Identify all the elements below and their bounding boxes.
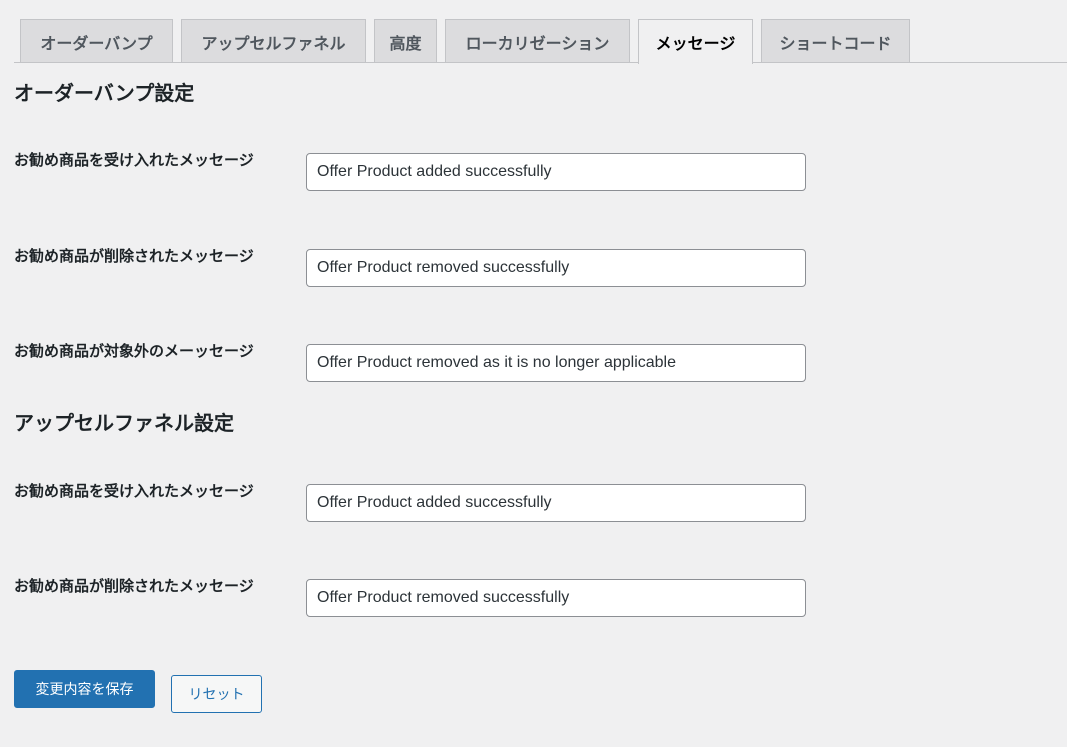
tab-advanced[interactable]: 高度 [374,19,437,63]
tab-label: アップセルファネル [201,33,346,53]
tab-messages[interactable]: メッセージ [638,19,753,64]
offer-accepted-message-label: お勧め商品を受け入れたメッセージ [14,482,254,500]
offer-removed-message-label: お勧め商品が削除されたメッセージ [14,247,254,265]
upsell-funnel-settings-title: アップセルファネル設定 [14,411,234,435]
tab-localization[interactable]: ローカリゼーション [445,19,630,63]
tab-upsell-funnel[interactable]: アップセルファネル [181,19,366,63]
settings-tabs: オーダーバンプ アップセルファネル 高度 ローカリゼーション メッセージ ショー… [0,0,1067,64]
tab-order-bump[interactable]: オーダーバンプ [20,19,173,63]
tab-label: ローカリゼーション [465,33,610,53]
save-changes-button[interactable]: 変更内容を保存 [14,670,155,708]
tab-shortcode[interactable]: ショートコード [761,19,910,63]
tab-label: オーダーバンプ [40,33,153,53]
offer-accepted-message-label: お勧め商品を受け入れたメッセージ [14,151,254,169]
order-bump-offer-not-applicable-input[interactable] [306,344,806,382]
upsell-offer-removed-input[interactable] [306,579,806,617]
upsell-offer-accepted-input[interactable] [306,484,806,522]
offer-removed-message-label: お勧め商品が削除されたメッセージ [14,577,254,595]
reset-button[interactable]: リセット [171,675,262,713]
order-bump-offer-accepted-input[interactable] [306,153,806,191]
order-bump-settings-title: オーダーバンプ設定 [14,81,195,105]
tab-label: 高度 [389,33,422,53]
tab-label: ショートコード [779,33,892,53]
order-bump-offer-removed-input[interactable] [306,249,806,287]
tab-label: メッセージ [655,34,736,53]
offer-not-applicable-message-label: お勧め商品が対象外のメーッセージ [14,342,254,360]
